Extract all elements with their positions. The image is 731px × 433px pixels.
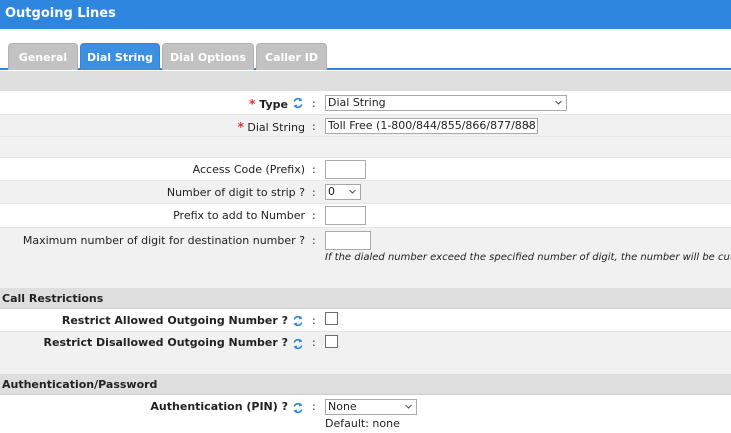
type-label-text: Type	[259, 98, 288, 111]
colon: :	[312, 400, 316, 413]
dial-string-select[interactable]: Toll Free (1-800/844/855/866/877/888)	[325, 118, 538, 134]
spacer-row	[0, 136, 731, 157]
restrict-disallowed-checkbox[interactable]	[325, 335, 338, 348]
pin-select-value: None	[328, 400, 357, 413]
page-header: Outgoing Lines	[0, 0, 731, 29]
colon: :	[312, 97, 316, 110]
colon: :	[312, 163, 316, 176]
sync-icon[interactable]	[292, 314, 304, 328]
type-select[interactable]: Dial String	[325, 95, 567, 111]
max-digits-hint: If the dialed number exceed the specifie…	[325, 252, 731, 263]
section-title: Authentication/Password	[2, 378, 158, 391]
colon: :	[312, 234, 316, 247]
chevron-down-icon	[405, 404, 412, 409]
sync-icon[interactable]	[292, 401, 304, 415]
spacer-row	[0, 353, 731, 374]
restrict-disallowed-label: Restrict Disallowed Outgoing Number ?	[43, 336, 288, 349]
access-code-row: Access Code (Prefix) :	[0, 157, 731, 180]
authentication-header: Authentication/Password	[0, 374, 731, 395]
access-code-input[interactable]	[325, 160, 366, 179]
pin-label: Authentication (PIN) ?	[150, 400, 288, 413]
colon: :	[312, 314, 316, 327]
dial-string-label: * Dial String	[238, 120, 305, 134]
chevron-down-icon	[526, 123, 533, 128]
dial-string-row: * Dial String : Toll Free (1-800/844/855…	[0, 114, 731, 136]
tab-dial-options[interactable]: Dial Options	[162, 43, 254, 70]
required-mark: *	[237, 120, 244, 134]
spacer-row	[0, 267, 731, 288]
tab-general[interactable]: General	[8, 43, 78, 70]
chevron-down-icon	[555, 100, 562, 105]
type-row: * Type : Dial String	[0, 91, 731, 114]
max-digits-label: Maximum number of digit for destination …	[22, 234, 305, 247]
colon: :	[312, 186, 316, 199]
restrict-allowed-label: Restrict Allowed Outgoing Number ?	[61, 314, 288, 327]
colon: :	[312, 336, 316, 349]
pin-default-value: Default: none	[325, 417, 400, 430]
dial-string-label-text: Dial String	[247, 121, 305, 134]
colon: :	[312, 209, 316, 222]
max-digits-row: Maximum number of digit for destination …	[0, 227, 731, 267]
required-mark: *	[249, 97, 256, 111]
chevron-down-icon	[349, 189, 356, 194]
page-title: Outgoing Lines	[5, 6, 116, 21]
sync-icon[interactable]	[292, 337, 304, 351]
sync-icon[interactable]	[292, 96, 304, 110]
tab-caller-id[interactable]: Caller ID	[256, 43, 327, 70]
max-digits-input[interactable]	[325, 231, 371, 250]
restrict-allowed-checkbox[interactable]	[325, 312, 338, 325]
restrict-disallowed-row: Restrict Disallowed Outgoing Number ? :	[0, 331, 731, 353]
form-top-band	[0, 71, 731, 91]
prefix-add-row: Prefix to add to Number :	[0, 203, 731, 227]
restrict-allowed-row: Restrict Allowed Outgoing Number ? :	[0, 309, 731, 331]
type-label: * Type	[249, 97, 288, 111]
prefix-add-input[interactable]	[325, 206, 366, 225]
access-code-label: Access Code (Prefix)	[192, 163, 305, 176]
digits-strip-select-value: 0	[328, 185, 335, 198]
tab-dial-string[interactable]: Dial String	[80, 43, 160, 70]
colon: :	[312, 120, 316, 133]
pin-row: Authentication (PIN) ? : None Default: n…	[0, 395, 731, 433]
digits-strip-select[interactable]: 0	[325, 184, 361, 200]
prefix-add-label: Prefix to add to Number	[173, 209, 305, 222]
section-title: Call Restrictions	[2, 292, 104, 305]
pin-select[interactable]: None	[325, 399, 417, 415]
digits-strip-label: Number of digit to strip ?	[166, 186, 305, 199]
dial-string-select-value: Toll Free (1-800/844/855/866/877/888)	[328, 119, 538, 132]
call-restrictions-header: Call Restrictions	[0, 288, 731, 309]
digits-strip-row: Number of digit to strip ? : 0	[0, 180, 731, 203]
tab-bar: General Dial String Dial Options Caller …	[0, 29, 731, 70]
type-select-value: Dial String	[328, 96, 386, 109]
